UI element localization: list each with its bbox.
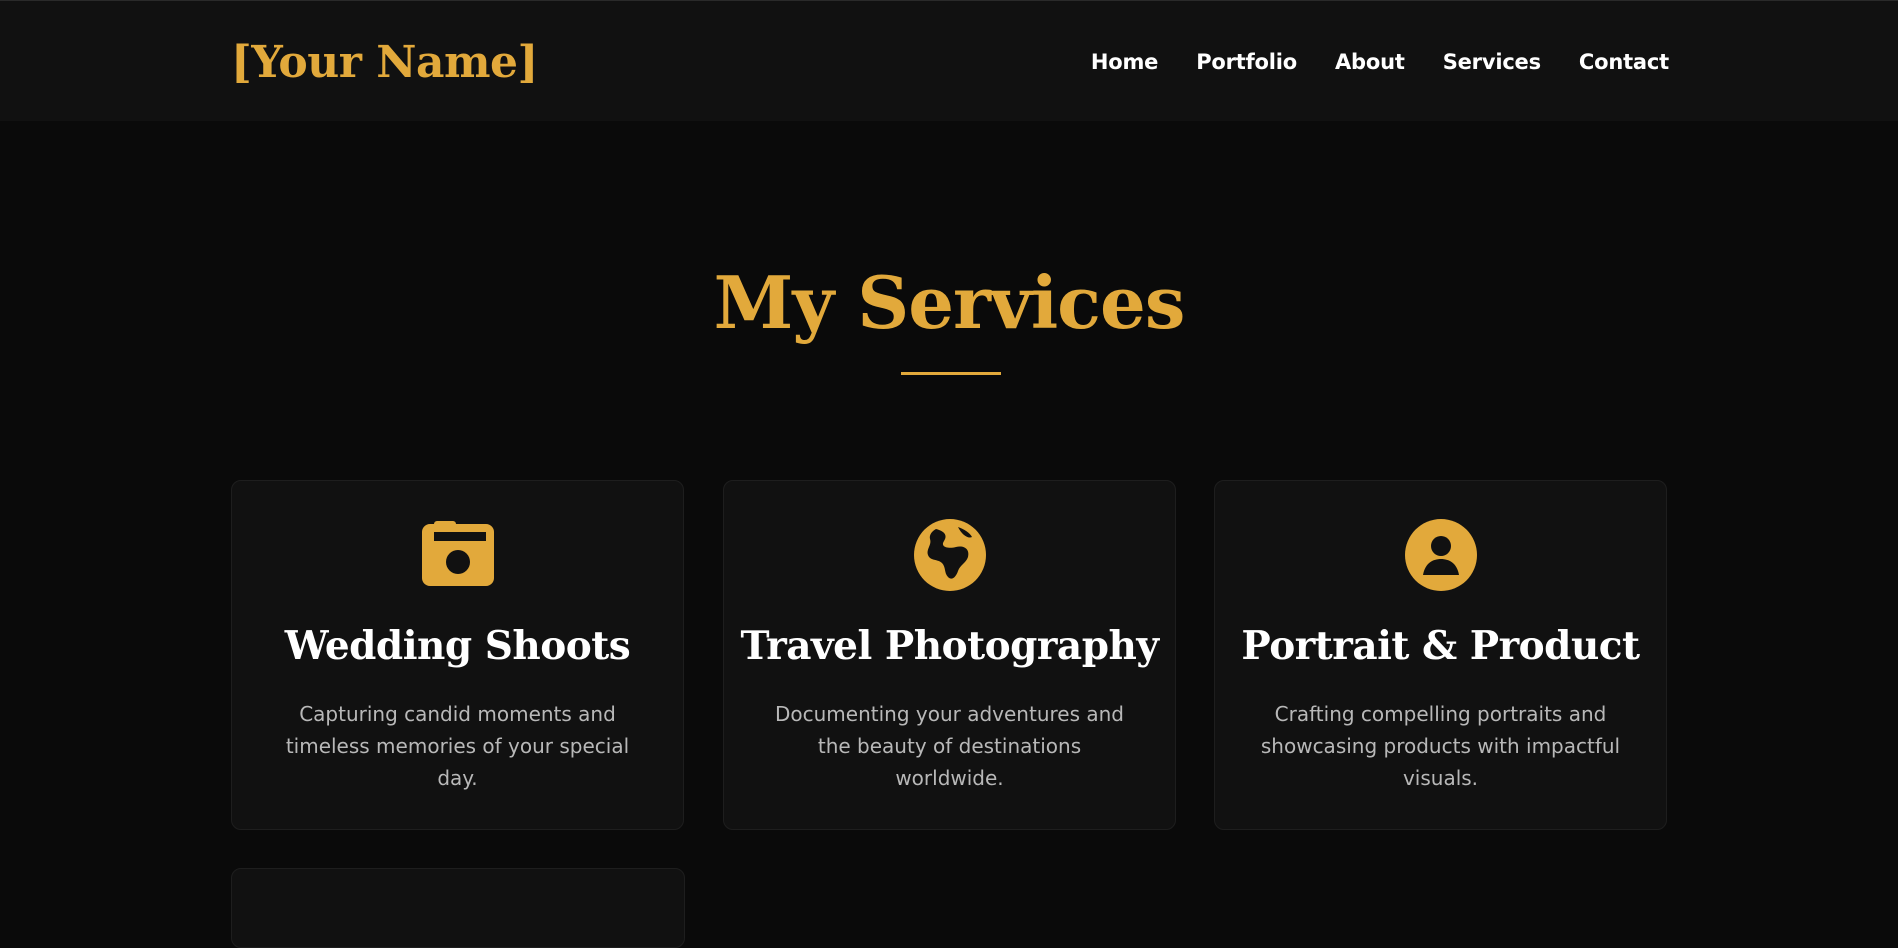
service-card-partial bbox=[231, 868, 685, 948]
service-title: Portrait & Product bbox=[1241, 623, 1640, 669]
site-logo[interactable]: [Your Name] bbox=[231, 35, 538, 91]
user-circle-icon bbox=[1404, 519, 1477, 591]
service-description: Documenting your adventures and the beau… bbox=[774, 702, 1124, 790]
nav-home-link[interactable]: Home bbox=[1091, 48, 1159, 76]
service-card-portrait: Portrait & Product Crafting compelling p… bbox=[1214, 480, 1667, 830]
service-description: Capturing candid moments and timeless me… bbox=[285, 702, 630, 790]
title-underline bbox=[901, 372, 1001, 375]
nav-services-link[interactable]: Services bbox=[1443, 48, 1541, 76]
section-title: My Services bbox=[713, 260, 1186, 345]
camera-icon bbox=[421, 519, 494, 591]
service-card-wedding: Wedding Shoots Capturing candid moments … bbox=[231, 480, 684, 830]
nav-about-link[interactable]: About bbox=[1335, 48, 1405, 76]
globe-icon bbox=[913, 519, 986, 591]
site-header: [Your Name] Home Portfolio About Service… bbox=[0, 1, 1898, 121]
service-title: Wedding Shoots bbox=[284, 623, 631, 669]
service-description: Crafting compelling portraits and showca… bbox=[1260, 702, 1621, 790]
service-title: Travel Photography bbox=[740, 623, 1159, 669]
nav-portfolio-link[interactable]: Portfolio bbox=[1196, 48, 1297, 76]
main-nav: Home Portfolio About Services Contact bbox=[1091, 48, 1669, 76]
nav-contact-link[interactable]: Contact bbox=[1579, 48, 1669, 76]
service-card-travel: Travel Photography Documenting your adve… bbox=[723, 480, 1176, 830]
